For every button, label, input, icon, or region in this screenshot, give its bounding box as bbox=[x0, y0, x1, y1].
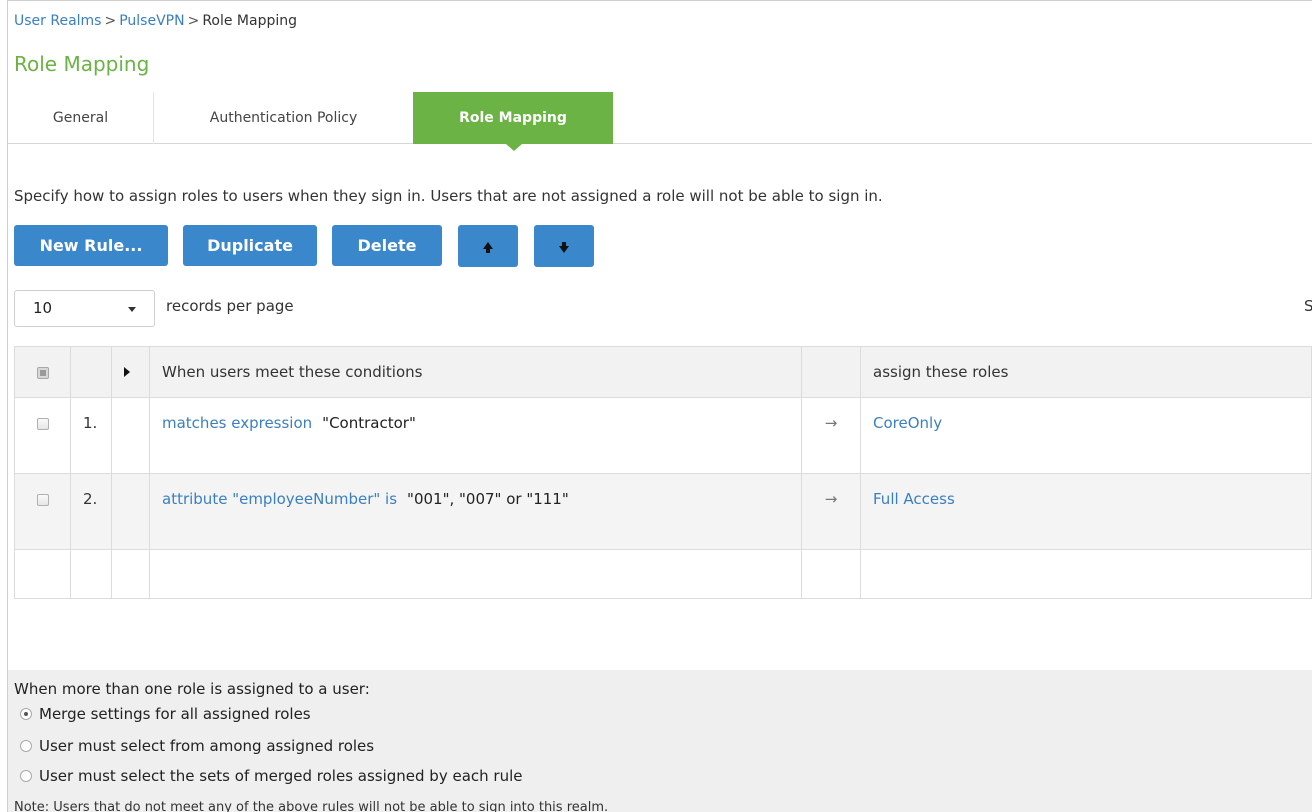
row-expand-cell bbox=[111, 473, 150, 550]
row-condition: attribute "employeeNumber" is "001", "007… bbox=[149, 473, 802, 550]
arrow-header bbox=[801, 346, 861, 398]
duplicate-button[interactable]: Duplicate bbox=[183, 225, 317, 266]
condition-link[interactable]: matches expression bbox=[162, 414, 312, 432]
row-number: 1. bbox=[70, 397, 112, 474]
chevron-down-icon bbox=[128, 307, 136, 312]
truncated-search-label: S bbox=[1304, 297, 1312, 315]
records-per-page-select[interactable]: 10 bbox=[14, 290, 155, 327]
records-per-page-label: records per page bbox=[166, 297, 294, 315]
breadcrumb-link-user-realms[interactable]: User Realms bbox=[14, 13, 101, 29]
row-checkbox-cell bbox=[14, 473, 71, 550]
multi-role-options-panel: When more than one role is assigned to a… bbox=[8, 670, 1312, 812]
select-among-roles-option[interactable]: User must select from among assigned rol… bbox=[20, 737, 374, 755]
arrow-up-icon bbox=[483, 241, 493, 253]
table-row: 2. attribute "employeeNumber" is "001", "… bbox=[14, 473, 1312, 550]
tab-bar: General Authentication Policy Role Mappi… bbox=[8, 92, 1312, 151]
tab-role-mapping-label: Role Mapping bbox=[459, 110, 567, 126]
row-checkbox-cell bbox=[14, 397, 71, 474]
row-condition: matches expression "Contractor" bbox=[149, 397, 802, 474]
breadcrumb: User Realms > PulseVPN > Role Mapping bbox=[14, 13, 297, 29]
tab-authentication-policy[interactable]: Authentication Policy bbox=[154, 92, 413, 144]
empty-cell bbox=[14, 549, 71, 599]
right-arrow-icon: → bbox=[801, 397, 861, 474]
breadcrumb-current: Role Mapping bbox=[202, 13, 298, 29]
expand-header bbox=[111, 346, 150, 398]
empty-cell bbox=[149, 549, 802, 599]
select-all-cell bbox=[14, 346, 71, 398]
breadcrumb-separator: > bbox=[187, 13, 200, 29]
table-row: 1. matches expression "Contractor" → Core… bbox=[14, 397, 1312, 474]
option-label: Merge settings for all assigned roles bbox=[39, 705, 311, 723]
move-down-button[interactable] bbox=[534, 225, 594, 267]
tab-general[interactable]: General bbox=[8, 92, 154, 144]
records-per-page-value: 10 bbox=[33, 299, 53, 317]
radio-icon[interactable] bbox=[20, 739, 32, 752]
expand-triangle-icon[interactable] bbox=[124, 367, 130, 377]
footer-note: Note: Users that do not meet any of the … bbox=[14, 800, 609, 812]
role-link[interactable]: CoreOnly bbox=[873, 414, 942, 432]
empty-cell bbox=[70, 549, 112, 599]
empty-cell bbox=[801, 549, 861, 599]
right-arrow-icon: → bbox=[801, 473, 861, 550]
table-header-row: When users meet these conditions assign … bbox=[14, 346, 1312, 398]
move-up-button[interactable] bbox=[458, 225, 518, 267]
conditions-header: When users meet these conditions bbox=[149, 346, 802, 398]
active-tab-caret-icon bbox=[506, 144, 522, 151]
role-mapping-table: When users meet these conditions assign … bbox=[14, 346, 1312, 599]
option-label: User must select from among assigned rol… bbox=[39, 737, 375, 755]
page-title: Role Mapping bbox=[14, 52, 150, 76]
delete-button[interactable]: Delete bbox=[332, 225, 442, 266]
empty-cell bbox=[860, 549, 1312, 599]
role-link[interactable]: Full Access bbox=[873, 490, 955, 508]
multi-role-heading: When more than one role is assigned to a… bbox=[14, 680, 370, 698]
page-description: Specify how to assign roles to users whe… bbox=[14, 187, 883, 205]
breadcrumb-separator: > bbox=[104, 13, 117, 29]
new-rule-button[interactable]: New Rule... bbox=[14, 225, 168, 266]
row-number: 2. bbox=[70, 473, 112, 550]
condition-link[interactable]: attribute "employeeNumber" is bbox=[162, 490, 397, 508]
row-expand-cell bbox=[111, 397, 150, 474]
number-header bbox=[70, 346, 112, 398]
merge-all-roles-option[interactable]: Merge settings for all assigned roles bbox=[20, 705, 311, 723]
radio-icon[interactable] bbox=[20, 769, 32, 782]
arrow-down-icon bbox=[559, 241, 569, 253]
select-merged-sets-option[interactable]: User must select the sets of merged role… bbox=[20, 767, 523, 785]
empty-row bbox=[14, 549, 1312, 599]
row-role: Full Access bbox=[860, 473, 1312, 550]
radio-selected-icon[interactable] bbox=[20, 707, 32, 720]
option-label: User must select the sets of merged role… bbox=[39, 767, 523, 785]
tab-role-mapping[interactable]: Role Mapping bbox=[413, 92, 613, 151]
row-role: CoreOnly bbox=[860, 397, 1312, 474]
empty-cell bbox=[111, 549, 150, 599]
select-all-checkbox[interactable] bbox=[36, 366, 49, 379]
breadcrumb-link-pulsevpn[interactable]: PulseVPN bbox=[119, 13, 184, 29]
row-checkbox[interactable] bbox=[36, 417, 49, 430]
row-checkbox[interactable] bbox=[36, 493, 49, 506]
roles-header: assign these roles bbox=[860, 346, 1312, 398]
condition-value: "001", "007" or "111" bbox=[407, 490, 569, 508]
condition-value: "Contractor" bbox=[322, 414, 416, 432]
